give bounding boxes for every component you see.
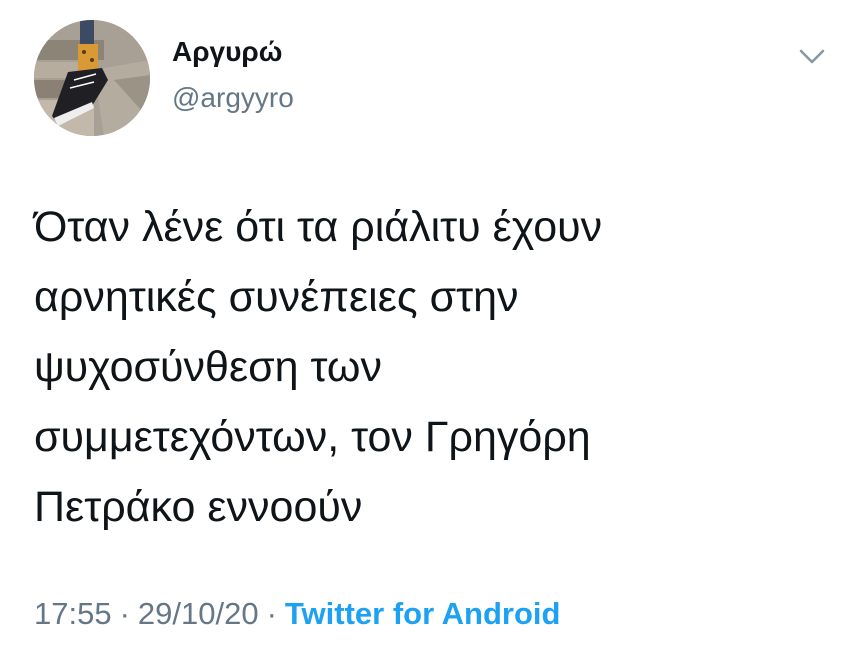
avatar[interactable] — [34, 20, 150, 136]
tweet-time[interactable]: 17:55 — [34, 596, 112, 631]
tweet-card: Αργυρώ @argyyro Όταν λένε ότι τα ριάλιτυ… — [0, 0, 860, 662]
tweet-text: Όταν λένε ότι τα ριάλιτυ έχουν αρνητικές… — [34, 203, 603, 531]
tweet-meta: 17:55 · 29/10/20 · Twitter for Android — [34, 596, 560, 632]
user-handle[interactable]: @argyyro — [172, 82, 294, 114]
chevron-down-icon[interactable] — [796, 44, 828, 68]
tweet-source-link[interactable]: Twitter for Android — [285, 596, 561, 631]
tweet-date[interactable]: 29/10/20 — [138, 596, 259, 631]
separator: · — [266, 596, 277, 631]
separator: · — [119, 596, 130, 631]
display-name[interactable]: Αργυρώ — [172, 36, 282, 68]
